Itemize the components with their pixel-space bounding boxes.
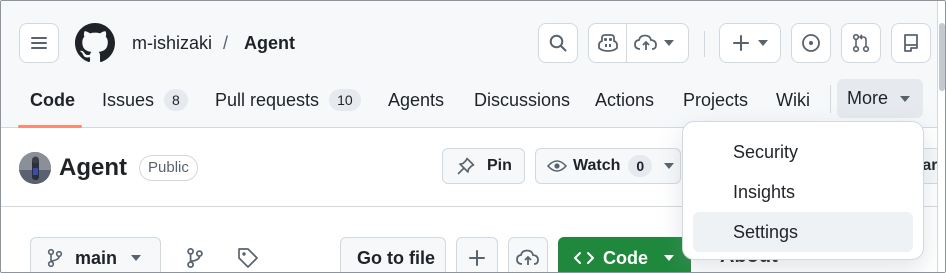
tab-wiki-label: Wiki: [776, 90, 810, 110]
hamburger-icon: [31, 37, 47, 49]
tab-issues-label: Issues: [102, 90, 155, 110]
tab-projects-label: Projects: [683, 90, 749, 110]
chevron-down-icon: [664, 255, 674, 261]
more-dropdown-menu: Security Insights Settings: [682, 121, 924, 260]
cloud-upload-icon: [634, 34, 657, 50]
pull-requests-counter: 10: [329, 89, 361, 111]
tab-discussions-label: Discussions: [474, 90, 571, 110]
add-file-button[interactable]: [456, 237, 498, 272]
tab-code[interactable]: Code: [30, 87, 75, 113]
issues-button[interactable]: [791, 23, 831, 63]
more-label: More: [847, 88, 889, 108]
menu-button[interactable]: [19, 23, 59, 63]
app-header: m-ishizaki / Agent Code Issues 8 Pull re…: [1, 1, 945, 128]
tab-pull-requests[interactable]: Pull requests 10: [215, 87, 361, 113]
cloud-upload-icon: [516, 249, 539, 265]
branch-selector[interactable]: main: [30, 237, 161, 272]
plus-icon: [469, 250, 485, 266]
code-icon: [574, 252, 594, 264]
tab-issues[interactable]: Issues 8: [102, 87, 188, 113]
tab-projects[interactable]: Projects: [683, 87, 748, 113]
visibility-badge: Public: [139, 155, 198, 181]
menu-item-insights[interactable]: Insights: [693, 172, 913, 212]
tab-pull-requests-label: Pull requests: [215, 90, 320, 110]
branch-icon: [187, 247, 203, 269]
copilot-button[interactable]: [589, 24, 627, 62]
pin-label: Pin: [487, 157, 512, 174]
menu-item-settings[interactable]: Settings: [693, 212, 913, 252]
codespace-upload-button[interactable]: [508, 237, 548, 272]
tab-agents[interactable]: Agents: [388, 87, 444, 113]
menu-item-security[interactable]: Security: [693, 132, 913, 172]
pin-icon: [457, 157, 475, 175]
copilot-button-group[interactable]: [588, 23, 689, 63]
menu-item-settings-label: Settings: [733, 222, 799, 242]
issues-counter: 8: [164, 89, 188, 111]
chevron-down-icon: [900, 95, 911, 102]
more-tabs-button[interactable]: More: [837, 79, 923, 118]
issue-icon: [802, 34, 820, 52]
copilot-icon: [597, 34, 618, 52]
chevron-down-icon: [664, 40, 674, 46]
tab-discussions[interactable]: Discussions: [474, 87, 570, 113]
search-icon: [549, 34, 567, 52]
repo-title[interactable]: Agent: [59, 153, 127, 183]
menu-item-security-label: Security: [733, 142, 799, 162]
tab-actions[interactable]: Actions: [595, 87, 654, 113]
tag-icon: [238, 248, 258, 268]
breadcrumb-repo[interactable]: Agent: [244, 31, 295, 55]
code-button-label: Code: [603, 247, 648, 268]
watch-counter: 0: [628, 155, 653, 177]
branch-name: main: [75, 247, 118, 268]
pin-button[interactable]: Pin: [442, 148, 525, 184]
tab-actions-label: Actions: [595, 90, 655, 110]
menu-item-insights-label: Insights: [733, 182, 796, 202]
pull-requests-button[interactable]: [841, 23, 881, 63]
breadcrumb-separator: /: [223, 33, 229, 53]
pull-request-icon: [852, 33, 870, 53]
github-logo-icon[interactable]: [75, 23, 115, 63]
owner-avatar[interactable]: [19, 152, 51, 184]
inbox-button[interactable]: [891, 23, 931, 63]
code-dropdown-button[interactable]: Code: [558, 237, 691, 272]
chevron-down-icon: [664, 163, 675, 169]
search-button[interactable]: [538, 23, 578, 63]
browser-frame: m-ishizaki / Agent Code Issues 8 Pull re…: [0, 0, 946, 273]
tab-agents-label: Agents: [388, 90, 445, 110]
create-new-button[interactable]: [719, 23, 781, 63]
branch-icon: [47, 248, 63, 268]
tabs-divider: [830, 85, 831, 113]
eye-icon: [547, 160, 567, 172]
watch-button[interactable]: Watch 0: [535, 148, 681, 184]
copilot-dropdown[interactable]: [627, 34, 674, 52]
chevron-down-icon: [758, 40, 768, 46]
tags-link[interactable]: [237, 247, 259, 272]
tab-code-label: Code: [30, 90, 75, 110]
scrollbar-thumb[interactable]: [939, 23, 945, 91]
breadcrumb-owner[interactable]: m-ishizaki: [132, 31, 212, 55]
inbox-icon: [904, 34, 918, 52]
go-to-file-label: Go to file: [357, 247, 435, 268]
tab-wiki[interactable]: Wiki: [776, 87, 810, 113]
watch-label: Watch: [573, 157, 621, 174]
branches-link[interactable]: [185, 247, 205, 272]
chevron-down-icon: [131, 255, 142, 261]
selected-tab-indicator: [18, 125, 82, 128]
go-to-file-button[interactable]: Go to file: [340, 237, 446, 272]
header-divider: [704, 31, 705, 57]
plus-icon: [733, 35, 749, 51]
